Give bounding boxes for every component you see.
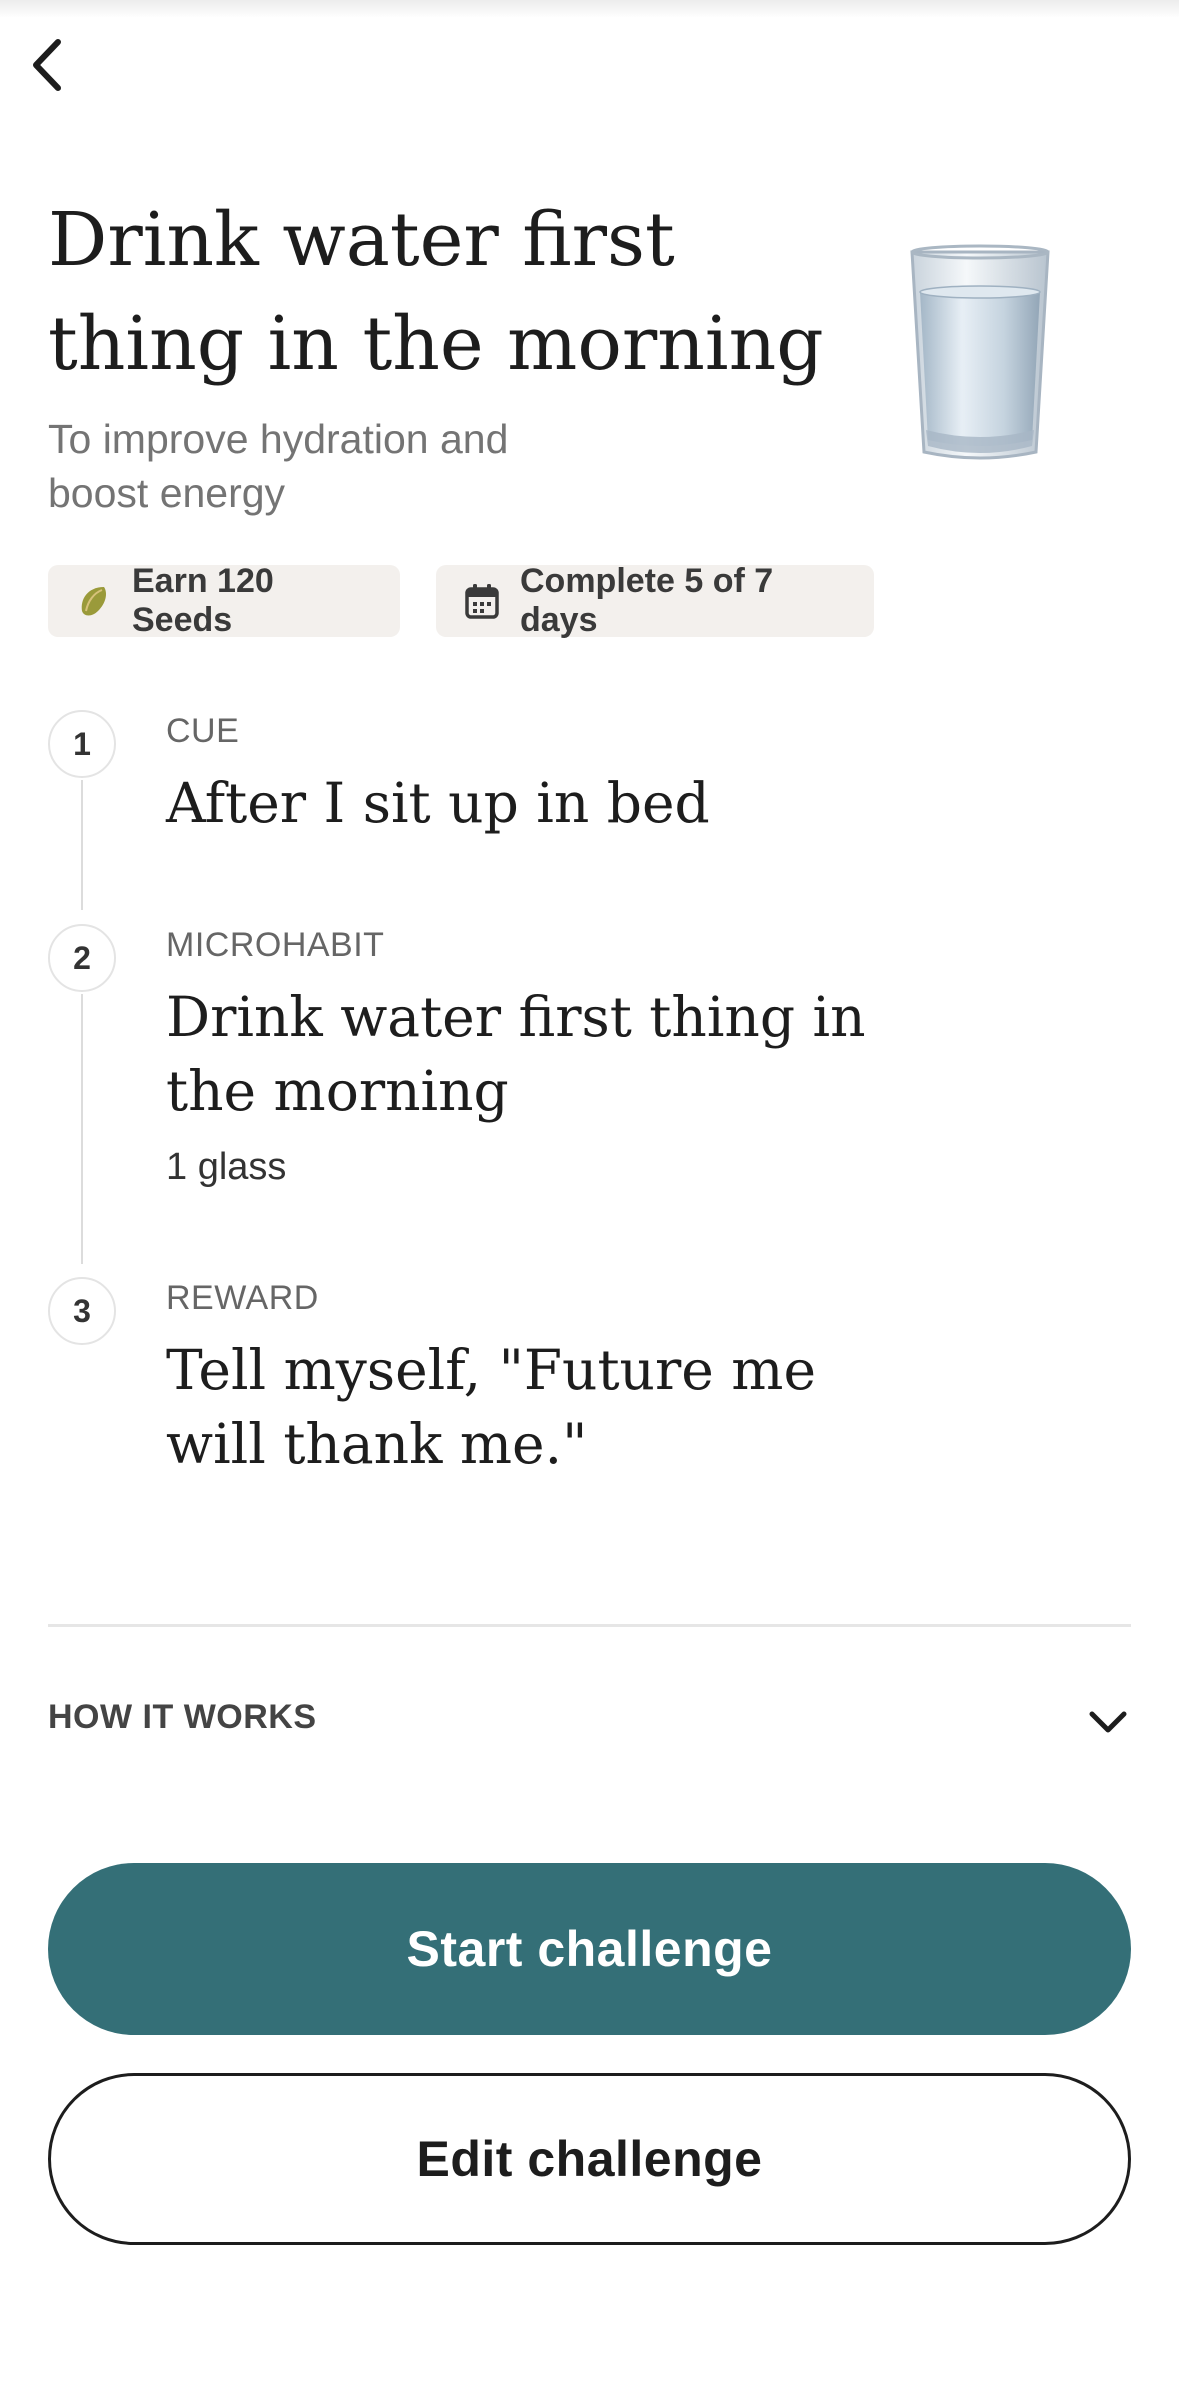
step-connector bbox=[81, 994, 83, 1264]
step-label-cue: CUE bbox=[166, 712, 240, 750]
calendar-icon bbox=[465, 584, 499, 619]
how-it-works-toggle[interactable]: HOW IT WORKS bbox=[48, 1698, 317, 1737]
step-text-cue: After I sit up in bed bbox=[166, 771, 710, 835]
back-button[interactable] bbox=[18, 30, 88, 100]
edit-challenge-button[interactable]: Edit challenge bbox=[48, 2073, 1131, 2245]
step-label-reward: REWARD bbox=[166, 1279, 319, 1317]
water-glass-illustration bbox=[910, 244, 1050, 460]
step-number-3: 3 bbox=[48, 1277, 116, 1345]
days-chip-label: Complete 5 of 7 days bbox=[520, 562, 774, 639]
section-divider bbox=[48, 1624, 1131, 1627]
step-connector bbox=[81, 780, 83, 910]
step-number-2: 2 bbox=[48, 924, 116, 992]
top-shadow bbox=[0, 0, 1179, 18]
chevron-left-icon bbox=[33, 39, 61, 91]
step-text-reward: Tell myself, "Future me will thank me." bbox=[166, 1338, 817, 1476]
seeds-reward-chip: Earn 120 Seeds bbox=[48, 562, 400, 639]
step-quantity: 1 glass bbox=[166, 1146, 287, 1188]
days-goal-chip: Complete 5 of 7 days bbox=[436, 562, 874, 639]
start-challenge-button[interactable]: Start challenge bbox=[48, 1863, 1131, 2035]
challenge-title: Drink water first thing in the morning bbox=[48, 197, 824, 387]
chevron-down-icon[interactable] bbox=[1084, 1702, 1132, 1742]
seeds-chip-label: Earn 120 Seeds bbox=[132, 562, 274, 639]
step-number-1: 1 bbox=[48, 710, 116, 778]
step-label-microhabit: MICROHABIT bbox=[166, 926, 385, 964]
seed-icon bbox=[81, 587, 106, 616]
challenge-subtitle: To improve hydration and boost energy bbox=[48, 416, 509, 516]
step-text-microhabit: Drink water first thing in the morning bbox=[166, 985, 866, 1123]
